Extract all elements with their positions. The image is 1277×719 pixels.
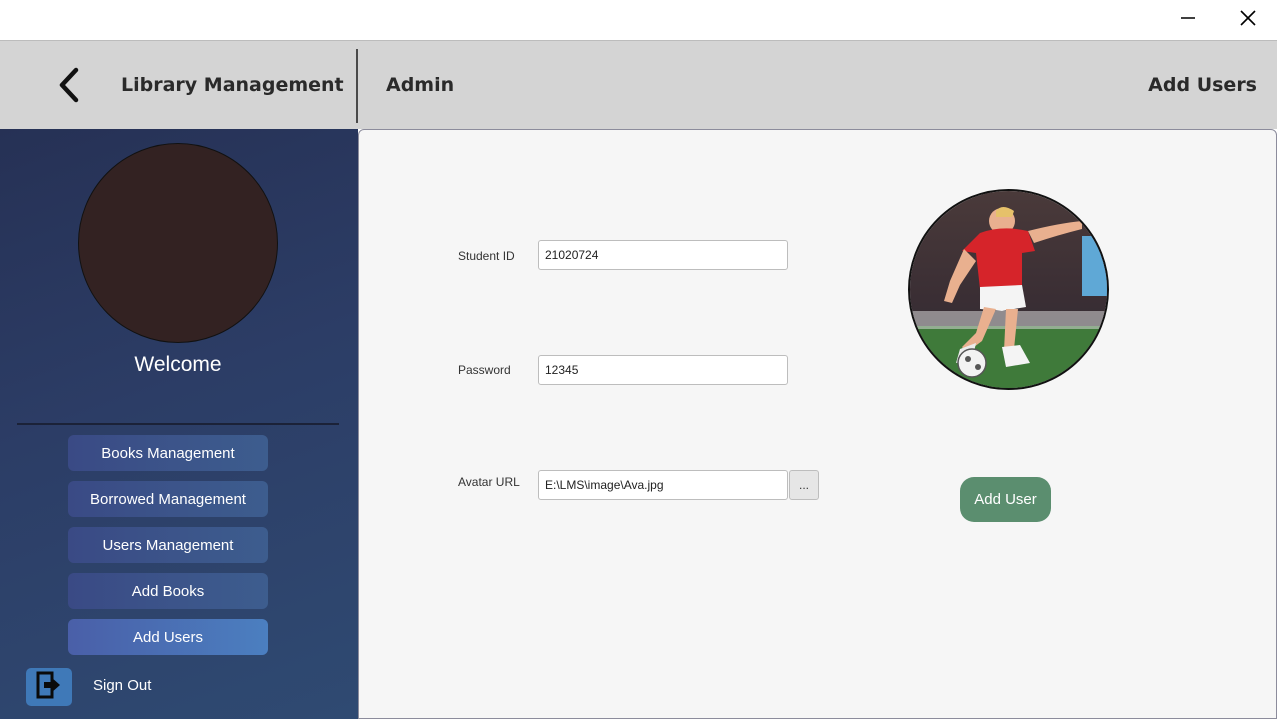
header-divider xyxy=(356,49,358,123)
browse-button[interactable]: ... xyxy=(789,470,819,500)
sidebar-divider xyxy=(17,423,339,425)
app-title: Library Management xyxy=(121,74,344,96)
nav-users-management[interactable]: Users Management xyxy=(68,527,268,563)
section-title: Admin xyxy=(386,74,455,96)
password-label: Password xyxy=(458,363,511,377)
profile-avatar xyxy=(78,143,278,343)
sidebar: Welcome Books Management Borrowed Manage… xyxy=(0,129,358,719)
app-header: Library Management Admin Add Users xyxy=(0,41,1277,129)
app-window: Library Management Admin Add Users Welco… xyxy=(0,0,1277,719)
student-id-label: Student ID xyxy=(458,249,515,263)
close-button[interactable] xyxy=(1218,0,1277,41)
nav-add-users[interactable]: Add Users xyxy=(68,619,268,655)
minimize-button[interactable] xyxy=(1158,0,1218,41)
avatar-url-label: Avatar URL xyxy=(458,475,520,489)
sign-out-button[interactable] xyxy=(26,668,72,706)
user-avatar-preview xyxy=(908,189,1109,390)
add-user-panel: Student ID Password Avatar URL ... xyxy=(358,129,1277,719)
sign-out-icon xyxy=(36,671,62,704)
add-user-button[interactable]: Add User xyxy=(960,477,1051,522)
student-id-input[interactable] xyxy=(538,240,788,270)
minimize-icon xyxy=(1180,10,1196,31)
nav-books-management[interactable]: Books Management xyxy=(68,435,268,471)
avatar-url-input[interactable] xyxy=(538,470,788,500)
title-bar xyxy=(0,0,1277,41)
nav-add-books[interactable]: Add Books xyxy=(68,573,268,609)
chevron-left-icon[interactable] xyxy=(52,63,86,107)
sign-out-label[interactable]: Sign Out xyxy=(93,677,151,694)
close-icon xyxy=(1239,9,1257,32)
password-input[interactable] xyxy=(538,355,788,385)
nav-borrowed-management[interactable]: Borrowed Management xyxy=(68,481,268,517)
page-title: Add Users xyxy=(1148,74,1257,96)
welcome-text: Welcome xyxy=(134,353,222,376)
